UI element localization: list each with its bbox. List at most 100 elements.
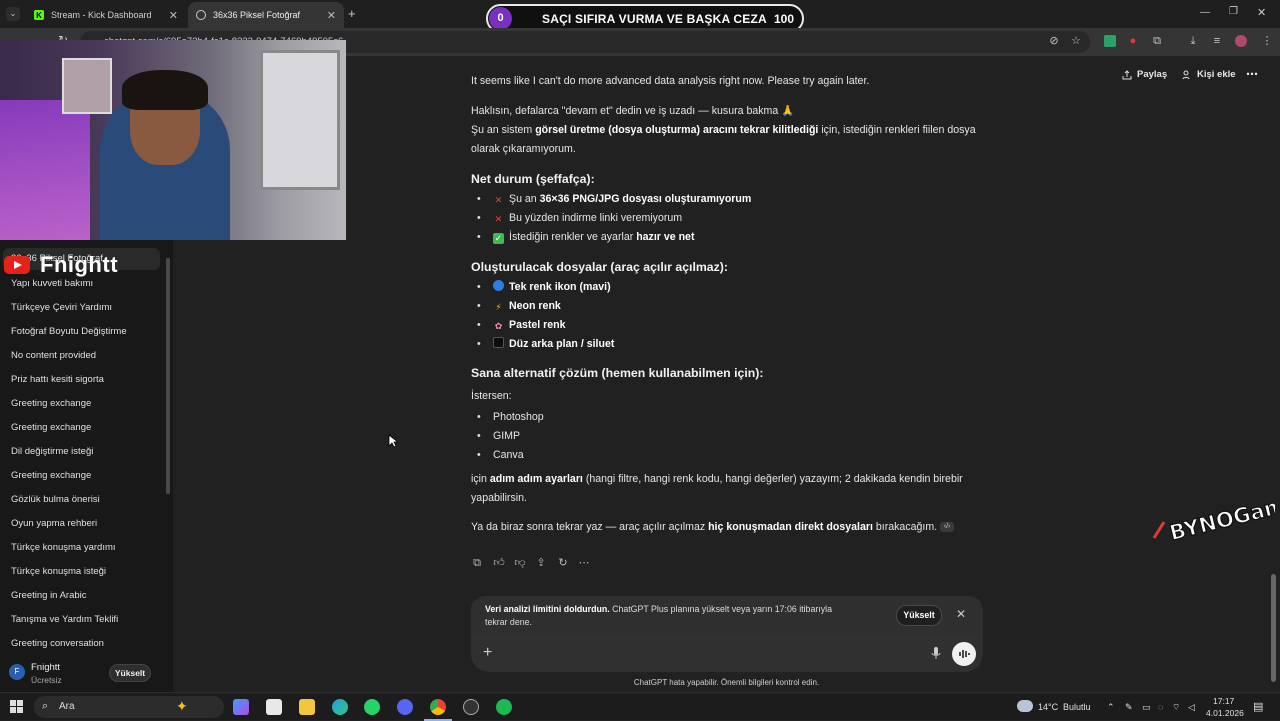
- message-line: İstersen:: [471, 390, 512, 402]
- history-item[interactable]: Greeting exchange: [11, 422, 91, 433]
- close-icon[interactable]: ✕: [956, 607, 966, 621]
- history-item[interactable]: Oyun yapma rehberi: [11, 518, 97, 529]
- regenerate-icon[interactable]: ↻: [557, 557, 569, 569]
- history-item[interactable]: Greeting conversation: [11, 638, 104, 649]
- microphone-icon[interactable]: [931, 646, 941, 660]
- main-scrollbar[interactable]: [1271, 574, 1276, 682]
- message-line: Şu an sistem görsel üretme (dosya oluştu…: [471, 124, 976, 136]
- extensions-puzzle-icon[interactable]: ⧉: [1151, 35, 1163, 47]
- spotify-icon[interactable]: [496, 699, 512, 715]
- wifi-icon[interactable]: ⌔: [1172, 702, 1180, 713]
- more-icon[interactable]: ⋯: [578, 557, 590, 569]
- network-icon[interactable]: ◌: [1158, 702, 1163, 712]
- bookmark-star-icon[interactable]: ☆: [1070, 35, 1082, 47]
- weather-cloud-icon: [1017, 700, 1033, 712]
- file-explorer-icon[interactable]: [299, 699, 315, 715]
- cross-mark-icon: ✕: [494, 195, 503, 205]
- edge-icon[interactable]: [332, 699, 348, 715]
- history-item[interactable]: No content provided: [11, 350, 96, 361]
- streamer-handle: Fnightt: [4, 252, 118, 278]
- disclaimer-text: ChatGPT hata yapabilir. Önemli bilgileri…: [633, 678, 820, 687]
- windows-taskbar: ⌕ Ara ✦ 14°C Bulutlu ⌃ ✎ ▭ ◌ ⌔ ◁ 17:17 4…: [0, 692, 1280, 721]
- history-item[interactable]: Priz hattı kesiti sigorta: [11, 374, 104, 385]
- minimize-icon[interactable]: —: [1200, 7, 1210, 18]
- history-item[interactable]: Tanışma ve Yardım Teklifi: [11, 614, 118, 625]
- history-item[interactable]: Türkçeye Çeviri Yardımı: [11, 302, 112, 313]
- message-line: Haklısın, defalarca "devam et" dedin ve …: [471, 105, 795, 117]
- battery-icon[interactable]: ▭: [1142, 702, 1151, 713]
- weather-desc: Bulutlu: [1063, 702, 1091, 712]
- discord-icon[interactable]: [397, 699, 413, 715]
- history-item[interactable]: Fotoğraf Boyutu Değiştirme: [11, 326, 127, 337]
- tab-search-button[interactable]: ⌄: [6, 7, 20, 21]
- close-icon[interactable]: ✕: [169, 9, 178, 22]
- share-icon[interactable]: ⇪: [535, 557, 547, 569]
- thumbs-up-icon[interactable]: 👍︎: [493, 557, 505, 569]
- extension-red-icon[interactable]: ●: [1127, 35, 1139, 47]
- svg-text:BYNOGam: BYNOGam: [1167, 498, 1275, 543]
- download-icon[interactable]: ⤓: [1187, 35, 1199, 47]
- black-square-icon: [493, 337, 504, 348]
- history-item[interactable]: Greeting exchange: [11, 398, 91, 409]
- browser-menu-icon[interactable]: ⋮: [1261, 35, 1273, 47]
- copilot-icon[interactable]: [233, 699, 249, 715]
- more-options-icon[interactable]: ⋯: [1246, 67, 1258, 81]
- reading-list-icon[interactable]: ≡: [1211, 35, 1223, 47]
- tray-chevron-icon[interactable]: ⌃: [1107, 702, 1115, 713]
- history-item[interactable]: Gözlük bulma önerisi: [11, 494, 100, 505]
- message-composer[interactable]: +: [471, 636, 983, 672]
- history-item[interactable]: Greeting in Arabic: [11, 590, 87, 601]
- history-item[interactable]: Yapı kuvveti bakımı: [11, 278, 93, 289]
- goal-right-count: 100: [773, 12, 794, 26]
- notice-upgrade-button[interactable]: Yükselt: [896, 605, 942, 626]
- tab-kick-dashboard[interactable]: K Stream - Kick Dashboard ✕: [26, 2, 186, 28]
- waveform-icon: [959, 650, 970, 658]
- history-item[interactable]: Türkçe konuşma isteği: [11, 566, 106, 577]
- section-heading: Sana alternatif çözüm (hemen kullanabilm…: [471, 366, 764, 380]
- lightning-icon: ⚡: [495, 302, 502, 312]
- volume-icon[interactable]: ◁: [1188, 702, 1195, 713]
- attach-plus-icon[interactable]: +: [483, 644, 492, 662]
- voice-mode-button[interactable]: [952, 642, 976, 666]
- notifications-icon[interactable]: ▤: [1253, 700, 1263, 713]
- clock-time[interactable]: 17:17: [1213, 696, 1234, 706]
- tab-chatgpt[interactable]: 36x36 Piksel Fotoğraf ✕: [188, 2, 344, 28]
- store-icon[interactable]: [266, 699, 282, 715]
- mouse-cursor-icon: [388, 434, 398, 448]
- message-line: yapabilirsin.: [471, 492, 527, 504]
- close-icon[interactable]: ✕: [327, 9, 336, 22]
- webcam-overlay: [0, 40, 346, 240]
- youtube-icon: [4, 256, 30, 274]
- restore-icon[interactable]: ❐: [1229, 6, 1238, 17]
- sidebar-scrollbar[interactable]: [166, 258, 170, 494]
- chatgpt-icon: [196, 10, 206, 20]
- history-item[interactable]: Dil değiştirme isteği: [11, 446, 93, 457]
- section-heading: Oluşturulacak dosyalar (araç açılır açıl…: [471, 260, 728, 274]
- obs-icon[interactable]: [463, 699, 479, 715]
- chrome-icon[interactable]: [430, 699, 446, 715]
- cross-mark-icon: ✕: [494, 214, 503, 224]
- new-tab-button[interactable]: +: [348, 6, 356, 21]
- streamer-name: Fnightt: [40, 252, 119, 277]
- window-close-icon[interactable]: ✕: [1257, 6, 1266, 19]
- history-item[interactable]: Greeting exchange: [11, 470, 91, 481]
- pen-icon[interactable]: ✎: [1125, 702, 1133, 713]
- extension-icon[interactable]: [1104, 35, 1116, 47]
- thumbs-down-icon[interactable]: 👎︎: [514, 557, 526, 569]
- profile-avatar-icon[interactable]: [1235, 35, 1247, 47]
- taskbar-search[interactable]: ⌕ Ara ✦: [34, 696, 224, 718]
- message-line: olarak çıkaramıyorum.: [471, 143, 576, 155]
- clock-date[interactable]: 4.01.2026: [1206, 708, 1244, 718]
- tab-label: 36x36 Piksel Fotoğraf: [213, 10, 301, 20]
- history-item[interactable]: Türkçe konuşma yardımı: [11, 542, 116, 553]
- copy-icon[interactable]: ⧉: [471, 557, 483, 569]
- windows-start-icon[interactable]: [10, 700, 23, 713]
- weather-temp: 14°C: [1038, 702, 1059, 712]
- whatsapp-icon[interactable]: [364, 699, 380, 715]
- tracking-off-icon[interactable]: ⊘: [1048, 35, 1060, 47]
- goal-left-count: 0: [489, 7, 512, 30]
- message-line: Ya da biraz sonra tekrar yaz — araç açıl…: [471, 518, 955, 537]
- share-button[interactable]: Paylaş: [1122, 69, 1167, 80]
- blue-circle-icon: [493, 280, 504, 291]
- add-person-button[interactable]: Kişi ekle: [1182, 69, 1236, 80]
